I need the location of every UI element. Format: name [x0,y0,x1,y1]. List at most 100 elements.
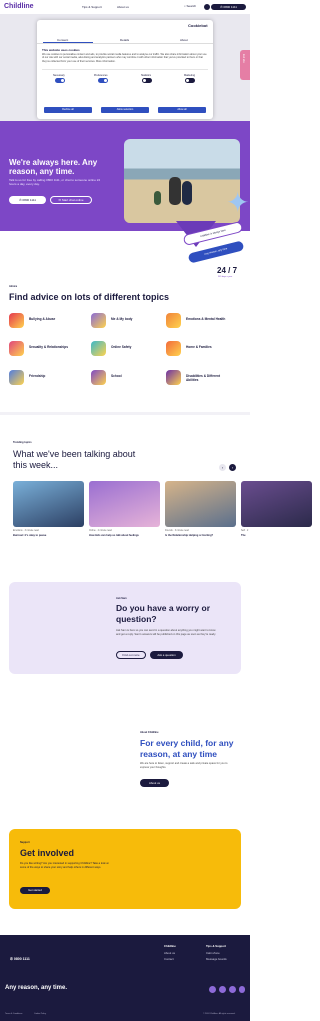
toggle-necessary[interactable] [55,78,65,83]
ask-sam-panel [9,582,241,674]
footer-col1-heading: Childline [164,944,176,948]
topic-icon [91,370,106,385]
topic-icon [9,313,24,328]
article-title: The [241,534,246,537]
ask-sam-text: Ask Sam is here so you can send in a que… [116,629,216,636]
topic-icon [9,341,24,356]
nav-about-us[interactable]: About us [117,5,129,9]
star-icon: ✦ [226,187,250,218]
article-title: Burnout: it's okay to pause [13,534,47,537]
hero-heading: We're always here. Any reason, any time. [9,158,98,176]
childline-logo[interactable]: Childline [4,3,34,10]
tab-details[interactable]: Details [120,38,129,42]
copyright-text: © 2024 Childline. All rights reserved. [203,1013,236,1015]
search-button[interactable]: ⌕ Search [184,4,196,8]
ask-sam-kicker: Ask Sam [116,597,127,600]
toggle-marketing[interactable] [185,78,195,83]
cookie-title: This website uses cookies [42,48,80,52]
hero-photo [124,139,240,223]
article-image [89,481,160,527]
hero-text: Talk to us for free by calling 0800 1111… [9,178,101,186]
footer-phone[interactable]: ✆ 0800 1111 [10,957,30,961]
chevron-right-icon: › [231,465,234,470]
article-meta: Emotions · 3 minute read [13,530,39,532]
advice-kicker: Advice [9,285,18,288]
article-meta: Friends · 3 minute read [165,530,189,532]
topic-label: Bullying & Abuse [29,317,56,321]
ask-question-button[interactable]: Ask a question [150,651,183,659]
involved-heading: Get involved [20,848,75,858]
exit-site-tab[interactable]: Exit site [240,50,250,80]
hero-call-button[interactable]: ✆ 0800 1111 [9,196,46,204]
cookie-separator [42,69,208,70]
topic-label: Home & Families [186,345,212,349]
topic-icon [91,341,106,356]
about-heading: For every child, for any reason, at any … [140,738,234,759]
footer-link[interactable]: Contact [164,957,174,961]
article-image [241,481,312,527]
topic-icon [166,341,181,356]
menu-button[interactable] [204,4,210,10]
footer-link[interactable]: Calm Zone [206,951,220,955]
topic-label: Friendship [29,374,46,378]
instagram-icon[interactable] [219,986,226,993]
cookie-dialog: Cookiebot Consent Details About This web… [37,20,213,119]
chevron-left-icon: ‹ [221,465,224,470]
carousel-next-button[interactable]: › [229,464,236,471]
allow-all-button[interactable]: Allow all [158,107,206,113]
toggle-preferences[interactable] [98,78,108,83]
trending-heading: What we've been talking about this week.… [13,449,136,470]
hours-badge: 24 / 7 [217,266,238,275]
article-meta: Online · 4 minute read [89,530,112,532]
article-image [13,481,84,527]
terms-link[interactable]: Terms & Conditions [5,1013,22,1015]
topic-icon [166,313,181,328]
get-started-button[interactable]: Get started [20,887,50,894]
nav-tips-support[interactable]: Tips & Support [82,5,102,9]
about-us-button[interactable]: About us [140,779,169,787]
tiktok-icon[interactable] [229,986,236,993]
carousel-prev-button[interactable]: ‹ [219,464,226,471]
hero-chat-button[interactable]: ✉ Start chat online [50,196,92,204]
topic-label: Sexuality & Relationships [29,345,68,349]
allow-selection-button[interactable]: Allow selection [101,107,149,113]
find-out-more-button[interactable]: Find out more [116,651,146,659]
footer-tagline: Any reason, any time. [5,985,68,991]
footer-link[interactable]: About us [164,951,175,955]
youtube-icon[interactable] [239,986,245,993]
cookie-text: We use cookies to personalise content an… [42,53,207,63]
article-title: Is the Relationship Helping or Hurting? [165,534,214,537]
facebook-icon[interactable] [209,986,216,993]
topic-label: School [111,374,122,378]
header-phone-button[interactable]: ✆ 0800 1111 [211,4,246,10]
toggle-label-marketing: Marketing [184,74,195,77]
involved-text: Do you like writing? Are you interested … [20,862,109,869]
topic-icon [9,370,24,385]
toggle-label-statistics: Statistics [141,74,152,77]
toggle-statistics[interactable] [142,78,152,83]
article-meta: Self · 2 [241,530,249,532]
toggle-label-necessary: Necessary [53,74,65,77]
search-icon: ⌕ [184,4,186,8]
article-title: How kids can help us talk about feelings [89,534,139,537]
article-card[interactable]: Friends · 3 minute read Is the Relationsh… [165,481,236,537]
tab-divider [37,43,213,44]
involved-kicker: Support [20,841,30,844]
topic-label: Disabilities & Different Abilities [186,374,221,382]
article-card[interactable]: Emotions · 3 minute read Burnout: it's ok… [13,481,84,537]
decline-all-button[interactable]: Decline all [44,107,92,113]
article-card[interactable]: Online · 4 minute read How kids can help … [89,481,160,537]
article-image [165,481,236,527]
tab-active-indicator [43,42,93,43]
hours-subtext: 365 days a year [218,276,233,278]
article-card[interactable]: Self · 2 The [241,481,312,537]
footer-col2-heading: Tips & Support [206,944,226,948]
cookie-policy-link[interactable]: Cookie Policy [34,1013,46,1015]
trending-kicker: Trending topics [13,441,32,444]
toggle-label-preferences: Preferences [94,74,108,77]
topic-icon [91,313,106,328]
tab-about[interactable]: About [180,38,188,42]
cookiebot-logo: Cookiebot [188,23,208,28]
ask-sam-heading: Do you have a worry or question? [116,603,210,624]
footer-link[interactable]: Message boards [206,957,227,961]
